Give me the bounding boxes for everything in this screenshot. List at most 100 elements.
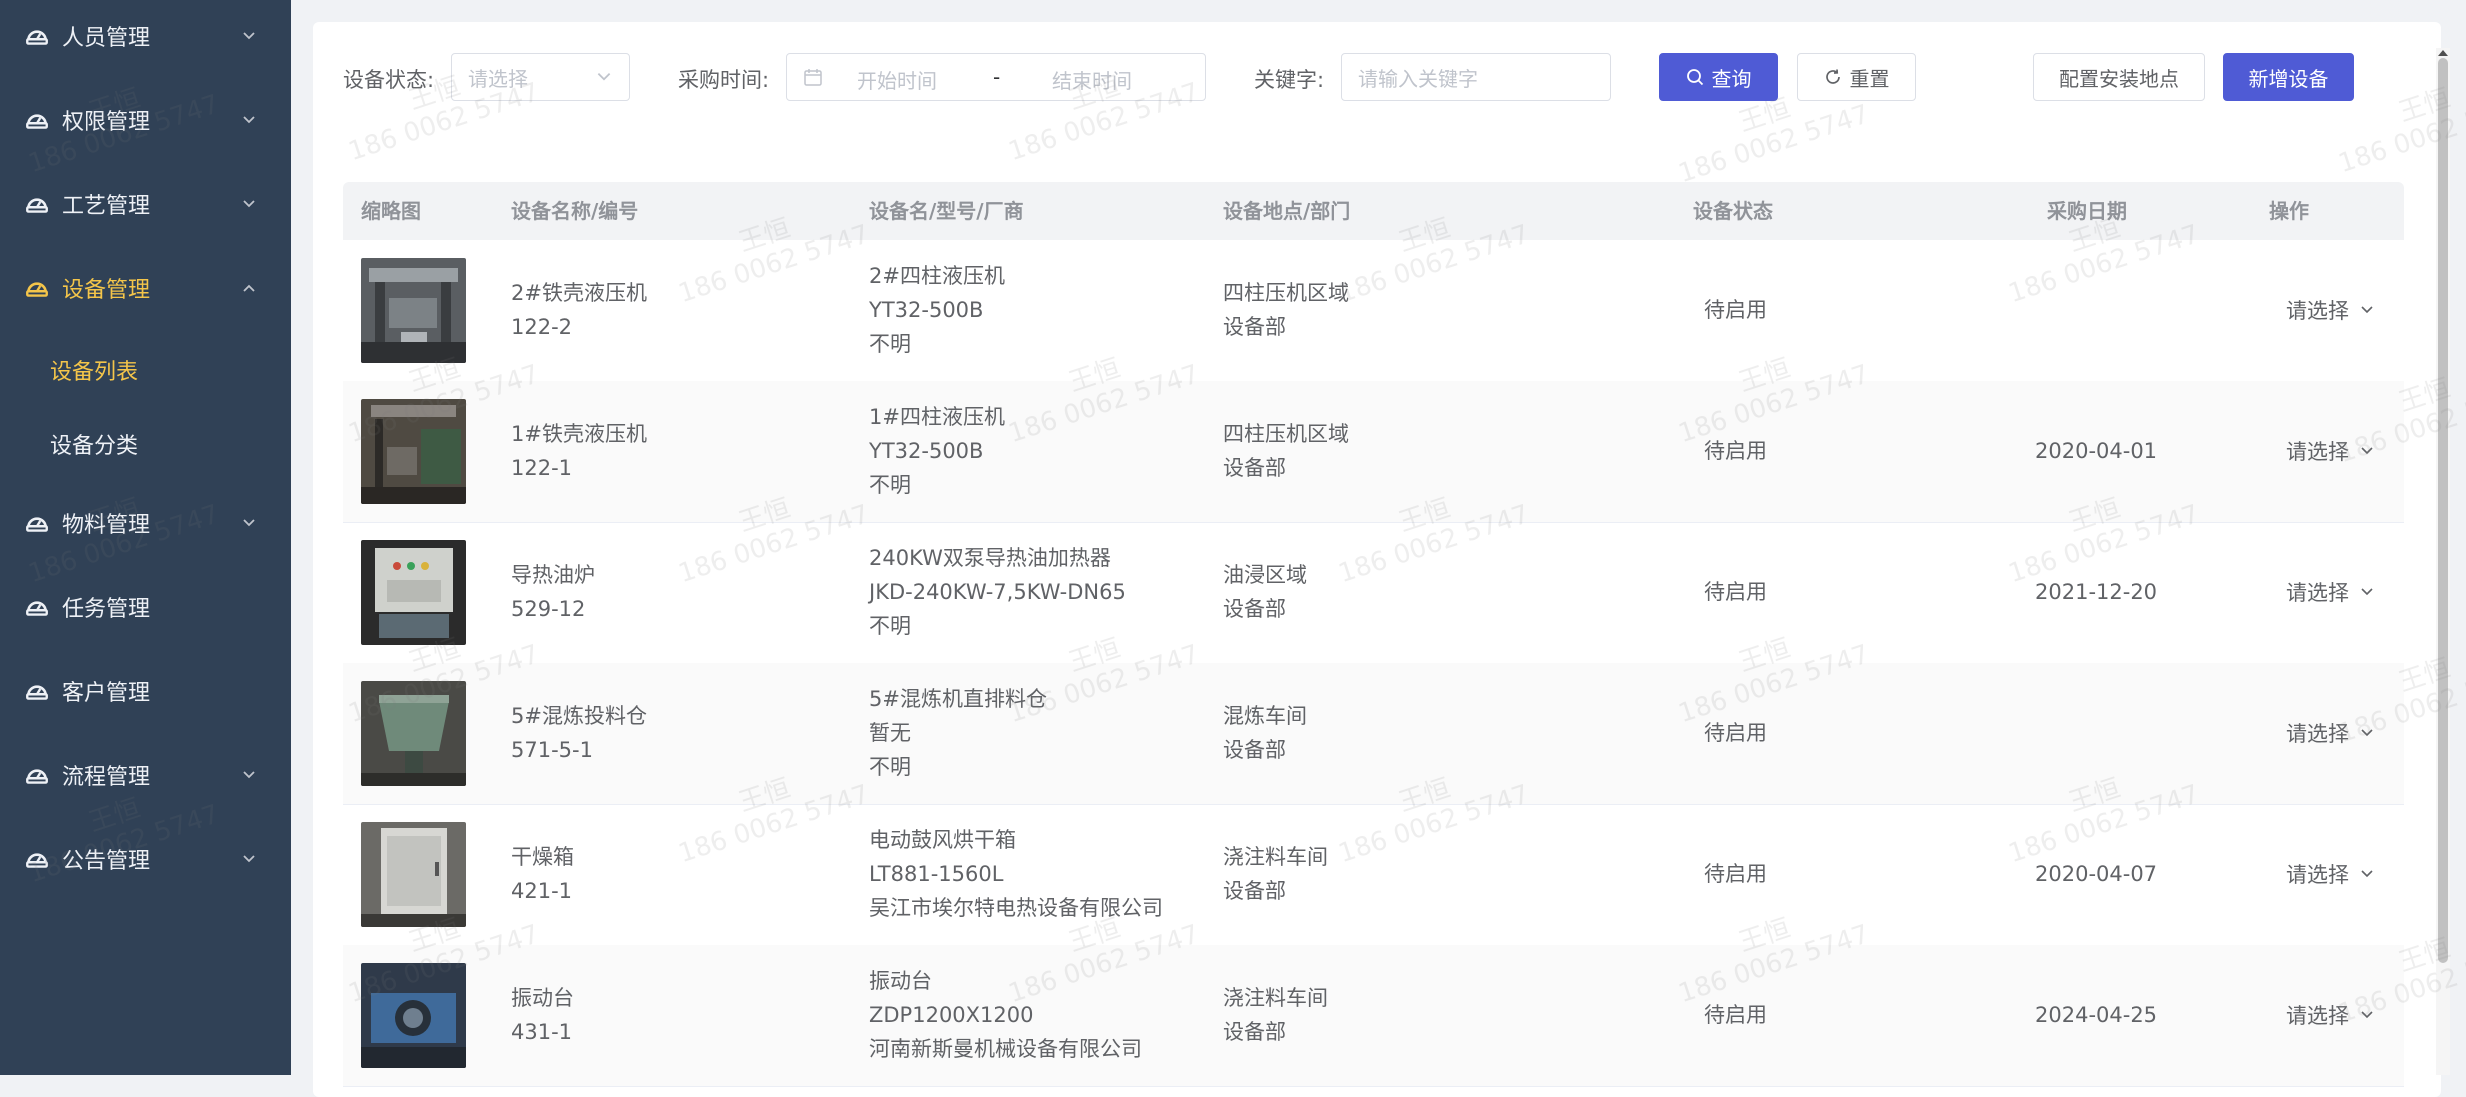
chevron-down-icon (243, 519, 255, 527)
row-action-label: 请选择 (2286, 581, 2349, 605)
equipment-thumbnail[interactable] (361, 963, 466, 1068)
sidebar-item-label: 设备管理 (62, 278, 151, 303)
equipment-dept: 设备部 (1223, 315, 1286, 339)
equipment-status: 待启用 (1704, 721, 1767, 745)
equipment-location-cell: 浇注料车间 设备部 (1223, 981, 1328, 1049)
equipment-code: 529-12 (511, 597, 586, 621)
sidebar-item-customer[interactable]: 客户管理 (0, 649, 291, 733)
refresh-icon (1825, 69, 1840, 84)
equipment-dept: 设备部 (1223, 456, 1286, 480)
sidebar-item-task[interactable]: 任务管理 (0, 565, 291, 649)
config-location-button[interactable]: 配置安装地点 (2033, 53, 2205, 101)
equipment-model: LT881-1560L (869, 862, 1004, 886)
purchase-date: 2021-12-20 (2035, 580, 2158, 604)
equipment-model-cell: 电动鼓风烘干箱 LT881-1560L 吴江市埃尔特电热设备有限公司 (869, 823, 1163, 925)
calendar-icon (804, 69, 822, 86)
row-action-select[interactable]: 请选择 (2286, 577, 2375, 607)
vertical-scrollbar-thumb[interactable] (2438, 58, 2448, 963)
row-action-select[interactable]: 请选择 (2286, 859, 2375, 889)
sidebar-item-label: 人员管理 (62, 26, 151, 51)
row-action-select[interactable]: 请选择 (2286, 295, 2375, 325)
add-equipment-button-label: 新增设备 (2248, 66, 2329, 91)
sidebar-item-workflow[interactable]: 流程管理 (0, 733, 291, 817)
table-row[interactable]: 干燥箱 421-1 电动鼓风烘干箱 LT881-1560L 吴江市埃尔特电热设备… (343, 804, 2404, 946)
row-action-select[interactable]: 请选择 (2286, 1000, 2375, 1030)
sidebar-item-announcement[interactable]: 公告管理 (0, 817, 291, 901)
keyword-input[interactable]: 请输入关键字 (1341, 53, 1611, 101)
equipment-location-cell: 混炼车间 设备部 (1223, 699, 1307, 767)
chevron-down-icon (2361, 729, 2373, 737)
equipment-model-name: 电动鼓风烘干箱 (869, 828, 1016, 852)
table-row[interactable]: 5#混炼投料仓 571-5-1 5#混炼机直排料仓 暂无 不明 混炼车间 设备部… (343, 663, 2404, 805)
sidebar-subitem-equipment-list[interactable]: 设备列表 (0, 334, 291, 406)
table-row[interactable]: 导热油炉 529-12 240KW双泵导热油加热器 JKD-240KW-7,5K… (343, 522, 2404, 664)
sidebar-item-label: 流程管理 (62, 765, 151, 790)
vibration-table-image (361, 963, 466, 1068)
add-equipment-button[interactable]: 新增设备 (2223, 53, 2354, 101)
start-date-placeholder: 开始时间 (857, 69, 937, 93)
table-row[interactable]: 2#铁壳液压机 122-2 2#四柱液压机 YT32-500B 不明 四柱压机区… (343, 240, 2404, 382)
equipment-vendor: 不明 (869, 473, 911, 497)
dashboard-icon (26, 517, 48, 532)
dashboard-icon (26, 114, 48, 129)
equipment-name-cell: 振动台 431-1 (511, 981, 574, 1049)
equipment-thumbnail[interactable] (361, 822, 466, 927)
sidebar-item-material[interactable]: 物料管理 (0, 481, 291, 565)
chevron-down-icon (2361, 447, 2373, 455)
sidebar-item-label: 权限管理 (62, 110, 151, 135)
equipment-model-cell: 240KW双泵导热油加热器 JKD-240KW-7,5KW-DN65 不明 (869, 541, 1126, 643)
status-filter-label: 设备状态: (343, 68, 435, 92)
search-button[interactable]: 查询 (1659, 53, 1778, 101)
sidebar-subitem-label: 设备分类 (50, 434, 139, 459)
dashboard-icon (26, 198, 48, 213)
dashboard-icon (26, 282, 48, 297)
equipment-status: 待启用 (1704, 580, 1767, 604)
purchase-date: 2020-04-01 (2035, 439, 2158, 463)
chevron-down-icon (243, 771, 255, 779)
reset-button[interactable]: 重置 (1797, 53, 1916, 101)
purchase-date-range[interactable]: 开始时间 - 结束时间 (786, 53, 1206, 101)
table-row[interactable]: 1#铁壳液压机 122-1 1#四柱液压机 YT32-500B 不明 四柱压机区… (343, 381, 2404, 523)
equipment-location: 四柱压机区域 (1223, 422, 1349, 446)
sidebar-item-personnel[interactable]: 人员管理 (0, 0, 291, 78)
equipment-thumbnail[interactable] (361, 258, 466, 363)
equipment-vendor: 河南新斯曼机械设备有限公司 (869, 1037, 1142, 1061)
equipment-thumbnail[interactable] (361, 399, 466, 504)
purchase-time-label: 采购时间: (678, 68, 770, 92)
row-action-label: 请选择 (2286, 722, 2349, 746)
sidebar-item-process[interactable]: 工艺管理 (0, 162, 291, 246)
equipment-code: 421-1 (511, 879, 573, 903)
scroll-up-arrow-icon[interactable] (2437, 48, 2449, 58)
sidebar-item-equipment[interactable]: 设备管理 (0, 246, 291, 330)
sidebar-subitem-equipment-category[interactable]: 设备分类 (0, 408, 291, 480)
equipment-code: 571-5-1 (511, 738, 593, 762)
equipment-vendor: 不明 (869, 614, 911, 638)
equipment-location-cell: 浇注料车间 设备部 (1223, 840, 1328, 908)
equipment-model: YT32-500B (869, 298, 984, 322)
chevron-down-icon (2361, 1011, 2373, 1019)
status-select[interactable]: 请选择 (451, 53, 630, 101)
equipment-dept: 设备部 (1223, 879, 1286, 903)
equipment-code: 431-1 (511, 1020, 573, 1044)
equipment-model-name: 5#混炼机直排料仓 (869, 687, 1047, 711)
equipment-name-cell: 1#铁壳液压机 122-1 (511, 417, 647, 485)
sidebar-item-permission[interactable]: 权限管理 (0, 78, 291, 162)
equipment-thumbnail[interactable] (361, 540, 466, 645)
column-header: 设备名称/编号 (511, 199, 639, 223)
equipment-thumbnail[interactable] (361, 681, 466, 786)
equipment-name-cell: 2#铁壳液压机 122-2 (511, 276, 647, 344)
table-row[interactable]: 振动台 431-1 振动台 ZDP1200X1200 河南新斯曼机械设备有限公司… (343, 945, 2404, 1087)
dashboard-icon (26, 685, 48, 700)
chevron-down-icon (2361, 306, 2373, 314)
chevron-down-icon (597, 72, 611, 81)
equipment-name: 5#混炼投料仓 (511, 704, 647, 728)
row-action-select[interactable]: 请选择 (2286, 718, 2375, 748)
sidebar: 人员管理 权限管理 工艺管理 设备管理 设备列表 设备分类 物料管理 任务管理 … (0, 0, 291, 1075)
row-action-label: 请选择 (2286, 299, 2349, 323)
equipment-name: 振动台 (511, 986, 574, 1010)
equipment-model: YT32-500B (869, 439, 984, 463)
equipment-name: 2#铁壳液压机 (511, 281, 647, 305)
column-header: 采购日期 (2047, 199, 2127, 223)
dashboard-icon (26, 853, 48, 868)
row-action-select[interactable]: 请选择 (2286, 436, 2375, 466)
